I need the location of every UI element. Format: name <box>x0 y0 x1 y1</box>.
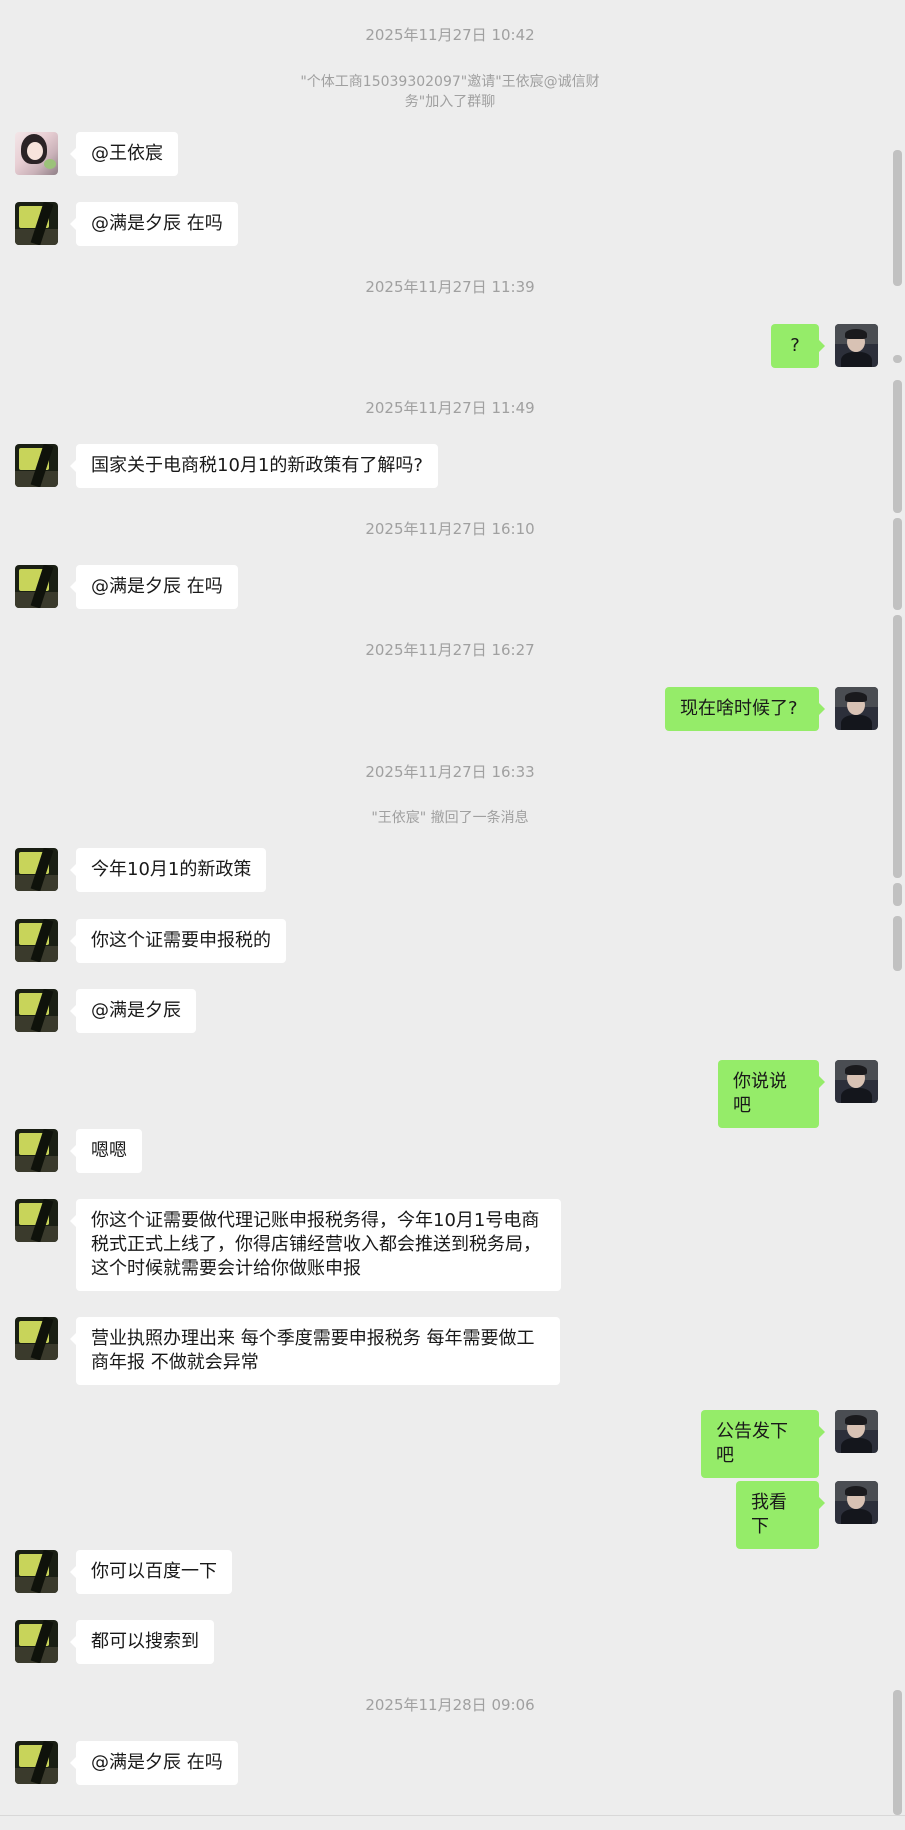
avatar-other[interactable] <box>15 1129 58 1172</box>
scrollbar-thumb[interactable] <box>893 355 902 363</box>
message-bubble[interactable]: 嗯嗯 <box>70 1129 142 1173</box>
timestamp: 2025年11月27日 11:49 <box>365 399 535 417</box>
scrollbar-thumb[interactable] <box>893 883 902 906</box>
message-bubble[interactable]: @满是夕辰 在吗 <box>70 565 238 609</box>
system-invite-notice: "个体工商15039302097"邀请"王依宸@诚信财务"加入了群聊 <box>300 74 600 110</box>
timestamp: 2025年11月27日 16:10 <box>365 520 535 538</box>
avatar-self[interactable] <box>835 1481 878 1524</box>
avatar-self[interactable] <box>835 687 878 730</box>
message-bubble-self[interactable]: 你说说吧 <box>718 1060 825 1128</box>
avatar-other[interactable] <box>15 1741 58 1784</box>
message-bubble[interactable]: 你这个证需要做代理记账申报税务得，今年10月1号电商税式正式上线了，你得店铺经营… <box>70 1199 561 1291</box>
avatar-other[interactable] <box>15 1199 58 1242</box>
message-bubble[interactable]: 你可以百度一下 <box>70 1550 232 1594</box>
avatar-other[interactable] <box>15 989 58 1032</box>
bottom-divider <box>0 1815 905 1816</box>
message-bubble[interactable]: @满是夕辰 <box>70 989 196 1033</box>
scrollbar-thumb[interactable] <box>893 615 902 878</box>
avatar-other[interactable] <box>15 848 58 891</box>
timestamp: 2025年11月27日 16:33 <box>365 763 535 781</box>
scrollbar-thumb[interactable] <box>893 518 902 610</box>
avatar-self[interactable] <box>835 1060 878 1103</box>
system-recall-notice: "王依宸" 撤回了一条消息 <box>371 810 529 826</box>
chat-window[interactable]: 2025年11月27日 10:42 "个体工商15039302097"邀请"王依… <box>0 0 905 1830</box>
avatar-other[interactable] <box>15 919 58 962</box>
message-bubble[interactable]: 营业执照办理出来 每个季度需要申报税务 每年需要做工商年报 不做就会异常 <box>70 1317 560 1385</box>
avatar-other[interactable] <box>15 565 58 608</box>
message-bubble[interactable]: 今年10月1的新政策 <box>69 848 267 892</box>
avatar-other[interactable] <box>15 444 58 487</box>
message-bubble[interactable]: @满是夕辰 在吗 <box>70 202 238 246</box>
scrollbar-thumb[interactable] <box>893 1690 902 1815</box>
avatar-self[interactable] <box>835 324 878 367</box>
timestamp: 2025年11月27日 16:27 <box>365 641 535 659</box>
scrollbar-thumb[interactable] <box>893 150 902 286</box>
timestamp: 2025年11月27日 11:39 <box>365 278 535 296</box>
message-bubble[interactable]: 你这个证需要申报税的 <box>70 919 286 963</box>
message-bubble-self[interactable]: 现在啥时候了? <box>665 687 825 731</box>
message-bubble[interactable]: @王依宸 <box>70 132 178 176</box>
avatar-other[interactable] <box>15 202 58 245</box>
avatar-other[interactable] <box>15 1317 58 1360</box>
scrollbar-thumb[interactable] <box>893 380 902 513</box>
message-bubble[interactable]: 都可以搜索到 <box>70 1620 214 1664</box>
message-bubble-self[interactable]: 我看下 <box>736 1481 825 1549</box>
timestamp: 2025年11月28日 09:06 <box>365 1696 535 1714</box>
avatar-other[interactable] <box>15 1620 58 1663</box>
message-bubble-self[interactable]: ? <box>771 324 825 368</box>
scrollbar-thumb[interactable] <box>893 916 902 971</box>
message-bubble[interactable]: 国家关于电商税10月1的新政策有了解吗? <box>70 444 438 488</box>
timestamp: 2025年11月27日 10:42 <box>365 26 535 44</box>
avatar-wang-yichen[interactable] <box>15 132 58 175</box>
message-bubble-self[interactable]: 公告发下吧 <box>701 1410 825 1478</box>
avatar-other[interactable] <box>15 1550 58 1593</box>
avatar-self[interactable] <box>835 1410 878 1453</box>
message-bubble[interactable]: @满是夕辰 在吗 <box>70 1741 238 1785</box>
